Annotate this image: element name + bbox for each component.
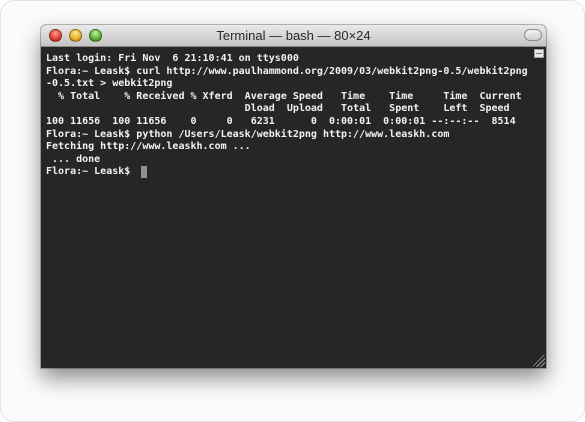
window-title: Terminal — bash — 80×24 (216, 28, 371, 43)
terminal-window: Terminal — bash — 80×24 Last login: Fri … (41, 25, 546, 368)
terminal-prompt: Flora:~ Leask$ (46, 166, 131, 178)
resize-grip-icon[interactable] (533, 355, 545, 367)
terminal-prompt-line[interactable]: Flora:~ Leask$ (46, 166, 528, 179)
terminal-line: Flora:~ Leask$ python /Users/Leask/webki… (46, 128, 450, 140)
vertical-scrollbar[interactable] (532, 47, 546, 368)
terminal-line: 100 11656 100 11656 0 0 6231 0 0:00:01 0… (46, 115, 516, 127)
terminal-line: Dload Upload Total Spent Left Speed (46, 103, 510, 115)
terminal-line: Last login: Fri Nov 6 21:10:41 on ttys00… (46, 53, 299, 64)
toolbar-toggle-button[interactable] (524, 29, 542, 41)
terminal-content[interactable]: Last login: Fri Nov 6 21:10:41 on ttys00… (41, 47, 546, 368)
terminal-cursor[interactable] (141, 166, 148, 179)
terminal-line: Fetching http://www.leaskh.com ... (46, 141, 251, 153)
terminal-line: -0.5.txt > webkit2png (46, 78, 173, 90)
window-titlebar[interactable]: Terminal — bash — 80×24 (41, 25, 546, 47)
terminal-line: Flora:~ Leask$ curl http://www.paulhammo… (46, 65, 528, 77)
terminal-line: ... done (46, 153, 101, 165)
screenshot-frame: Terminal — bash — 80×24 Last login: Fri … (0, 0, 585, 422)
terminal-output[interactable]: Last login: Fri Nov 6 21:10:41 on ttys00… (46, 53, 528, 179)
terminal-line: % Total % Received % Xferd Average Speed… (46, 90, 522, 102)
split-pane-icon[interactable] (534, 49, 544, 58)
